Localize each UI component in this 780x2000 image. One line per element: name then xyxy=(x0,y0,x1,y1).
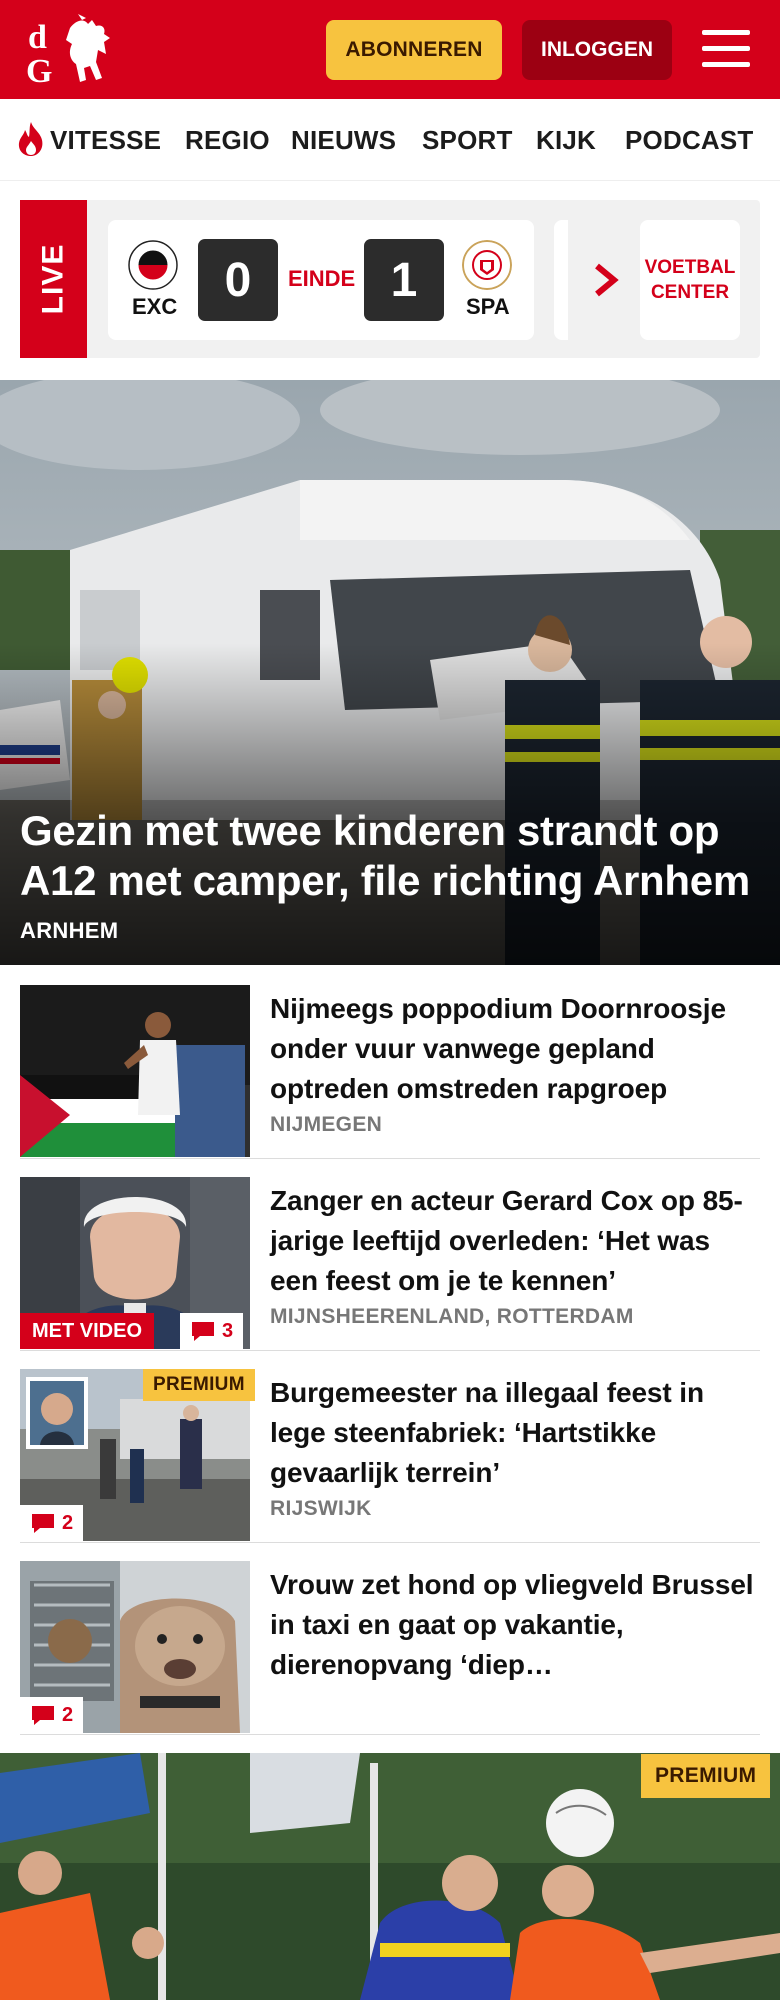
next-match-card[interactable] xyxy=(554,220,568,340)
svg-text:G: G xyxy=(26,53,52,86)
nav-item-kijk[interactable]: KIJK xyxy=(536,125,596,156)
comment-count-badge[interactable]: 3 xyxy=(180,1313,244,1349)
away-score: 1 xyxy=(364,239,444,321)
hero-title[interactable]: Gezin met twee kinderen strandt op A12 m… xyxy=(20,806,760,906)
list-item[interactable]: 2 Vrouw zet hond op vliegveld Brussel in… xyxy=(20,1561,760,1735)
away-team-code: SPA xyxy=(466,294,510,319)
hero-article[interactable]: Gezin met twee kinderen strandt op A12 m… xyxy=(0,380,780,965)
article-thumbnail xyxy=(20,985,250,1157)
article-title[interactable]: Zanger en acteur Gerard Cox op 85-jarige… xyxy=(270,1181,760,1301)
premium-badge: PREMIUM xyxy=(143,1369,255,1401)
article-title[interactable]: Vrouw zet hond op vliegveld Brussel in t… xyxy=(270,1565,760,1685)
comment-count-badge[interactable]: 2 xyxy=(20,1697,84,1733)
premium-badge: PREMIUM xyxy=(641,1754,771,1798)
nav-item-podcast[interactable]: PODCAST xyxy=(625,125,754,156)
excelsior-logo-icon xyxy=(128,240,178,290)
home-team-code: EXC xyxy=(132,294,178,319)
article-location: MIJNSHEERENLAND, ROTTERDAM xyxy=(270,1305,634,1328)
site-logo[interactable]: d G xyxy=(26,14,118,90)
list-item[interactable]: PREMIUM 2 Burgemeester na illegaal feest… xyxy=(20,1369,760,1543)
chevron-right-icon[interactable] xyxy=(592,262,620,298)
match-status: EINDE xyxy=(288,266,356,291)
nav-item-sport[interactable]: SPORT xyxy=(422,125,513,156)
comment-icon xyxy=(32,1514,54,1533)
hamburger-menu-icon[interactable] xyxy=(700,26,752,72)
comment-icon xyxy=(32,1706,54,1725)
sparta-logo-icon xyxy=(462,240,512,290)
article-title[interactable]: Burgemeester na illegaal feest in lege s… xyxy=(270,1373,760,1493)
home-score: 0 xyxy=(198,239,278,321)
hero-location: ARNHEM xyxy=(20,918,119,943)
list-item[interactable]: MET VIDEO 3 Zanger en acteur Gerard Cox … xyxy=(20,1177,760,1351)
comment-icon xyxy=(192,1322,214,1341)
video-badge: MET VIDEO xyxy=(20,1313,155,1349)
flame-icon xyxy=(18,122,43,156)
article-location: RIJSWIJK xyxy=(270,1497,372,1520)
svg-text:d: d xyxy=(28,19,47,56)
subscribe-button[interactable]: ABONNEREN xyxy=(326,20,502,80)
live-label: LIVE xyxy=(20,200,87,358)
nav-item-nieuws[interactable]: NIEUWS xyxy=(291,125,396,156)
article-title[interactable]: Nijmeegs poppodium Doornroos­je onder vu… xyxy=(270,989,760,1109)
featured-article[interactable]: PREMIUM xyxy=(0,1753,780,2000)
list-item[interactable]: Nijmeegs poppodium Doornroos­je onder vu… xyxy=(20,985,760,1159)
main-nav: VITESSE REGIO NIEUWS SPORT KIJK PODCAST xyxy=(0,99,780,181)
nav-item-vitesse[interactable]: VITESSE xyxy=(50,125,161,156)
site-header: d G ABONNEREN INLOGGEN xyxy=(0,0,780,99)
login-button[interactable]: INLOGGEN xyxy=(522,20,672,80)
voetbal-center-link[interactable]: VOETBAL CENTER xyxy=(640,220,740,340)
comment-count-badge[interactable]: 2 xyxy=(20,1505,84,1541)
nav-item-regio[interactable]: REGIO xyxy=(185,125,270,156)
article-location: NIJMEGEN xyxy=(270,1113,383,1136)
